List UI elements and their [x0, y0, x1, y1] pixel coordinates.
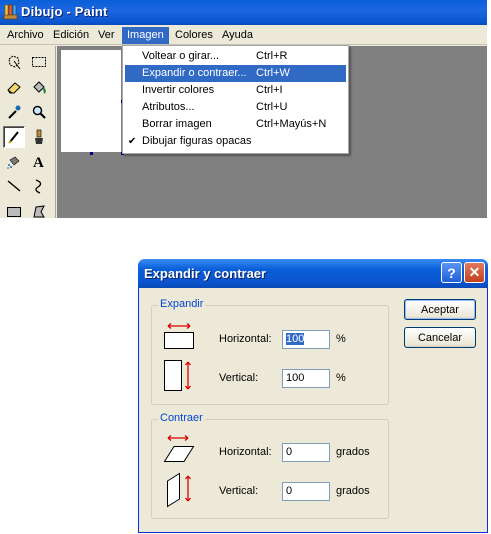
airbrush-tool[interactable]: [3, 150, 25, 172]
airbrush-icon: [7, 156, 20, 169]
skew-horizontal-icon: [163, 435, 195, 462]
menubar: Archivo Edición Ver Imagen Colores Ayuda: [0, 25, 487, 45]
expand-vertical-input[interactable]: 100: [282, 369, 330, 388]
skew-horizontal-unit: grados: [336, 446, 370, 458]
stretch-skew-dialog: Expandir y contraer ? ✕ Expandir Horizon…: [138, 259, 488, 533]
window-titlebar[interactable]: Dibujo - Paint: [0, 0, 487, 25]
skew-group: Contraer Horizontal: 0 grados Vertical: …: [151, 412, 389, 519]
eraser-icon: [7, 82, 21, 94]
help-button[interactable]: ?: [441, 262, 462, 283]
curve-tool[interactable]: [28, 175, 50, 197]
menu-item-dibujar-figuras-opacas[interactable]: ✔ Dibujar figuras opacas: [125, 133, 346, 150]
expand-horizontal-label: Horizontal:: [219, 333, 272, 345]
expand-vertical-unit: %: [336, 372, 346, 384]
fill-bucket-icon: [33, 81, 46, 94]
skew-horizontal-label: Horizontal:: [219, 446, 272, 458]
pencil-icon: [8, 131, 19, 144]
curve-icon: [35, 179, 42, 194]
expand-horizontal-input[interactable]: 100: [282, 330, 330, 349]
image-menu-dropdown: Voltear o girar... Ctrl+R Expandir o con…: [122, 45, 349, 154]
eraser-tool[interactable]: [3, 76, 25, 98]
polygon-tool[interactable]: [28, 200, 50, 218]
menu-ver[interactable]: Ver: [93, 27, 120, 44]
checkmark-icon: ✔: [128, 136, 137, 147]
magnifier-icon: [32, 105, 46, 119]
text-tool[interactable]: A: [28, 150, 50, 172]
toolbox: A: [0, 46, 56, 218]
expand-horizontal-unit: %: [336, 333, 346, 345]
text-icon: A: [33, 155, 44, 169]
rect-select-icon: [32, 57, 46, 67]
stretch-horizontal-icon: [164, 323, 194, 349]
skew-vertical-icon: [167, 472, 191, 508]
rect-select-tool[interactable]: [28, 51, 50, 73]
fill-bucket-tool[interactable]: [28, 76, 50, 98]
line-tool[interactable]: [3, 175, 25, 197]
skew-vertical-label: Vertical:: [219, 485, 259, 497]
menu-item-atributos[interactable]: Atributos... Ctrl+U: [125, 99, 346, 116]
eyedropper-tool[interactable]: [3, 101, 25, 123]
skew-horizontal-input[interactable]: 0: [282, 443, 330, 462]
expand-group: Expandir Horizontal: 100 % Vertical: 100…: [151, 298, 389, 405]
expand-vertical-label: Vertical:: [219, 372, 259, 384]
menu-item-borrar-imagen[interactable]: Borrar imagen Ctrl+Mayús+N: [125, 116, 346, 133]
free-select-icon: [8, 55, 21, 70]
ok-button[interactable]: Aceptar: [404, 299, 476, 320]
menu-item-invertir-colores[interactable]: Invertir colores Ctrl+I: [125, 82, 346, 99]
free-select-tool[interactable]: [3, 51, 25, 73]
menu-colores[interactable]: Colores: [170, 27, 218, 44]
menu-item-expandir-contraer[interactable]: Expandir o contraer... Ctrl+W: [125, 65, 346, 82]
close-button[interactable]: ✕: [464, 262, 485, 283]
close-icon: ✕: [468, 264, 481, 280]
dialog-titlebar[interactable]: Expandir y contraer ? ✕: [138, 259, 488, 288]
pencil-tool[interactable]: [3, 126, 25, 148]
menu-ayuda[interactable]: Ayuda: [217, 27, 258, 44]
dialog-title: Expandir y contraer: [144, 266, 267, 281]
menu-edicion[interactable]: Edición: [48, 27, 94, 44]
line-icon: [7, 180, 21, 192]
paint-app-icon: [3, 4, 18, 20]
stretch-vertical-icon: [164, 360, 191, 391]
canvas-resize-handle-bottom[interactable]: [90, 152, 93, 155]
menu-imagen[interactable]: Imagen: [122, 27, 169, 44]
menu-archivo[interactable]: Archivo: [2, 27, 49, 44]
brush-tool[interactable]: [28, 126, 50, 148]
cancel-button[interactable]: Cancelar: [404, 327, 476, 348]
skew-vertical-input[interactable]: 0: [282, 482, 330, 501]
window-title: Dibujo - Paint: [21, 4, 108, 19]
magnifier-tool[interactable]: [28, 101, 50, 123]
menu-item-voltear-girar[interactable]: Voltear o girar... Ctrl+R: [125, 48, 346, 65]
expand-group-label: Expandir: [158, 298, 206, 310]
drawing-canvas[interactable]: [61, 50, 121, 152]
skew-group-label: Contraer: [158, 412, 205, 424]
skew-vertical-unit: grados: [336, 485, 370, 497]
rectangle-icon: [7, 207, 21, 217]
brush-icon: [35, 129, 43, 144]
help-icon: ?: [447, 264, 456, 281]
eyedropper-icon: [8, 105, 21, 119]
polygon-icon: [33, 205, 45, 218]
rectangle-tool[interactable]: [3, 200, 25, 218]
svg-text:A: A: [33, 155, 44, 169]
